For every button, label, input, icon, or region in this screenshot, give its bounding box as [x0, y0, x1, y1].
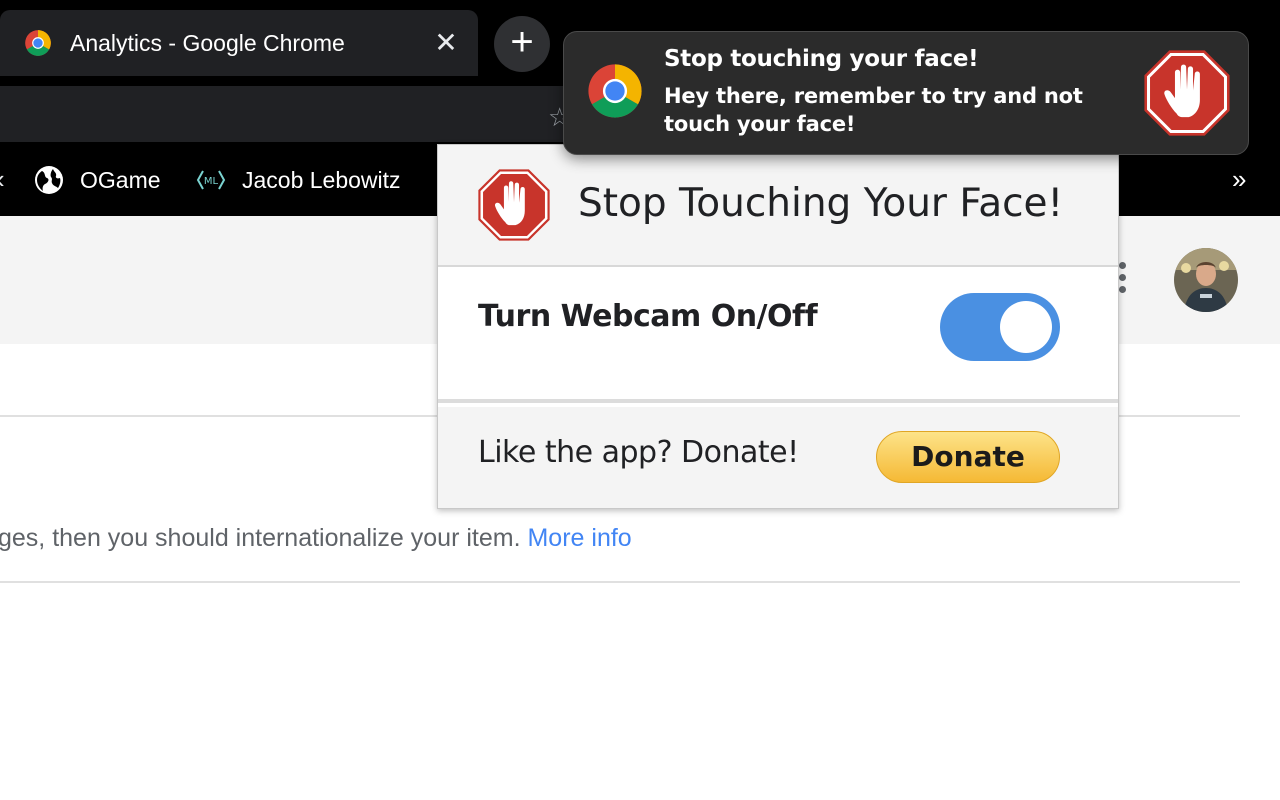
webcam-toggle[interactable] — [940, 293, 1060, 361]
notification-body: Hey there, remember to try and not touch… — [664, 84, 1083, 136]
new-tab-button[interactable]: + — [494, 16, 550, 72]
extension-popup: Stop Touching Your Face! Turn Webcam On/… — [437, 144, 1119, 509]
webcam-row: Turn Webcam On/Off — [438, 269, 1118, 403]
svg-text:ML: ML — [204, 176, 219, 187]
stop-hand-icon — [1144, 50, 1230, 136]
chrome-icon — [588, 64, 642, 118]
ml-icon: ML — [196, 170, 226, 190]
toggle-knob — [1000, 301, 1052, 353]
bookmarks-edge-icon: ‹ — [0, 164, 5, 195]
bookmark-ogame[interactable]: OGame — [34, 162, 161, 198]
stop-hand-icon — [478, 169, 550, 241]
more-info-link[interactable]: More info — [527, 524, 631, 552]
popup-title: Stop Touching Your Face! — [578, 181, 1064, 226]
bookmark-label: Jacob Lebowitz — [242, 166, 401, 193]
globe-icon — [35, 166, 63, 194]
notification-title: Stop touching your face! — [664, 46, 979, 72]
donate-label: Like the app? Donate! — [478, 435, 799, 470]
tab-title: Analytics - Google Chrome — [70, 30, 345, 56]
donate-button[interactable]: Donate — [876, 431, 1060, 483]
bookmark-label: OGame — [80, 166, 161, 193]
address-bar[interactable]: ☆ — [0, 86, 620, 142]
internationalize-description: ges, then you should internationalize yo… — [0, 524, 528, 552]
avatar[interactable] — [1174, 248, 1238, 312]
chrome-icon — [25, 30, 51, 56]
notification[interactable]: Stop touching your face! Hey there, reme… — [563, 31, 1249, 155]
donate-row: Like the app? Donate! Donate — [438, 407, 1118, 508]
webcam-toggle-label: Turn Webcam On/Off — [478, 299, 818, 334]
tab-analytics[interactable]: Analytics - Google Chrome ✕ — [0, 10, 478, 76]
bookmarks-overflow-icon[interactable]: » — [1232, 164, 1246, 195]
bookmark-jacob-lebowitz[interactable]: ML Jacob Lebowitz — [196, 162, 401, 198]
internationalize-text: ges, then you should internationalize yo… — [0, 524, 632, 553]
avatar-photo — [1174, 248, 1238, 312]
tab-close-icon[interactable]: ✕ — [432, 29, 460, 58]
popup-header: Stop Touching Your Face! — [438, 145, 1118, 267]
divider — [0, 581, 1240, 583]
